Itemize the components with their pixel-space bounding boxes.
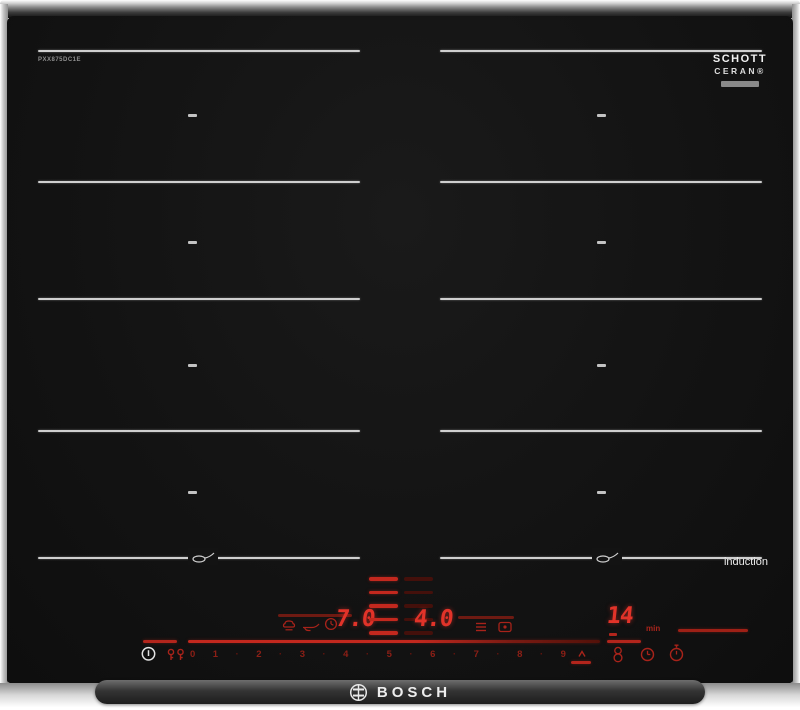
schott-logo-line1: SCHOTT bbox=[710, 53, 770, 65]
child-lock-icon[interactable] bbox=[166, 648, 187, 662]
slider-step-15[interactable]: 8 bbox=[517, 649, 522, 660]
slider-step-9[interactable]: 5 bbox=[387, 649, 392, 660]
slider-step-6[interactable]: · bbox=[322, 651, 325, 659]
slider-step-1[interactable]: 1 bbox=[213, 649, 218, 660]
bosch-induction-hob-photo: PXX875DC1E SCHOTT CERAN® induction 7.0 4… bbox=[0, 0, 800, 710]
kitchen-clock-icon[interactable] bbox=[640, 647, 655, 662]
induction-label: induction bbox=[724, 556, 768, 568]
boost-icon[interactable] bbox=[576, 648, 588, 660]
pan-position-dash bbox=[188, 364, 197, 367]
slider-step-12[interactable]: · bbox=[453, 651, 456, 659]
pan-position-dash bbox=[597, 364, 606, 367]
zone-line bbox=[440, 50, 762, 52]
pan-symbol-icon bbox=[592, 548, 622, 565]
slider-step-13[interactable]: 7 bbox=[474, 649, 479, 660]
pan-position-dash bbox=[597, 491, 606, 494]
timer-line bbox=[678, 629, 748, 632]
flex-level-bar bbox=[369, 631, 398, 635]
grid-icon[interactable] bbox=[475, 621, 487, 633]
slider-step-2[interactable]: · bbox=[235, 651, 238, 659]
power-icon[interactable] bbox=[140, 645, 157, 662]
boost-underline bbox=[571, 661, 591, 664]
zone-line bbox=[38, 430, 360, 432]
stopwatch-icon[interactable] bbox=[668, 644, 685, 663]
front-panel-bar: BOSCH bbox=[95, 680, 705, 704]
power-slider-line bbox=[188, 640, 600, 643]
slider-step-7[interactable]: 4 bbox=[343, 649, 348, 660]
pan-position-dash bbox=[597, 241, 606, 244]
pan-position-dash bbox=[188, 491, 197, 494]
ceran-small-badge bbox=[721, 81, 759, 87]
pan-position-dash bbox=[188, 241, 197, 244]
slider-step-11[interactable]: 6 bbox=[430, 649, 435, 660]
pan-position-dash bbox=[597, 114, 606, 117]
timer-display: 14 bbox=[606, 603, 634, 629]
timer-zone-dot bbox=[609, 633, 617, 636]
model-number-label: PXX875DC1E bbox=[38, 57, 81, 63]
bosch-wordmark: BOSCH bbox=[377, 684, 451, 701]
zone-line bbox=[38, 50, 360, 52]
slider-step-17[interactable]: 9 bbox=[561, 649, 566, 660]
slider-step-8[interactable]: · bbox=[366, 651, 369, 659]
slider-step-0[interactable]: 0 bbox=[190, 649, 195, 660]
slider-step-4[interactable]: · bbox=[279, 651, 282, 659]
chef-hat-icon[interactable] bbox=[282, 619, 296, 632]
zone-line bbox=[440, 430, 762, 432]
flex-bars-left bbox=[369, 577, 398, 635]
sensor-line bbox=[607, 640, 641, 643]
right-function-line bbox=[458, 616, 514, 619]
hob-right-edge-trim bbox=[792, 4, 800, 702]
flex-level-bar bbox=[369, 591, 398, 595]
power-line bbox=[143, 640, 177, 643]
pan-symbol-icon bbox=[188, 548, 218, 565]
zone-line bbox=[440, 298, 762, 300]
bosch-armature-icon bbox=[349, 683, 368, 702]
flex-level-bar bbox=[369, 577, 398, 581]
zone-line bbox=[38, 181, 360, 183]
schott-ceran-logo: SCHOTT CERAN® bbox=[710, 53, 770, 87]
flex-level-bar bbox=[404, 591, 433, 595]
slider-step-5[interactable]: 3 bbox=[300, 649, 305, 660]
power-slider[interactable]: 0 1 · 2 · 3 · 4 · 5 · 6 · 7 · 8 · 9 bbox=[190, 647, 566, 662]
ceramic-glass-surface bbox=[7, 16, 793, 683]
slider-step-14[interactable]: · bbox=[496, 651, 499, 659]
zone-line bbox=[440, 181, 762, 183]
pot-icon[interactable] bbox=[611, 646, 625, 663]
slider-step-3[interactable]: 2 bbox=[256, 649, 261, 660]
right-zone-power-display: 4.0 bbox=[413, 606, 454, 632]
zone-line bbox=[38, 298, 360, 300]
slider-step-16[interactable]: · bbox=[540, 651, 543, 659]
flex-level-bar bbox=[369, 604, 398, 608]
pan-icon[interactable] bbox=[302, 621, 320, 632]
pan-position-dash bbox=[188, 114, 197, 117]
timer-unit-label: min bbox=[646, 624, 660, 633]
schott-logo-line2: CERAN® bbox=[710, 66, 770, 76]
slider-step-10[interactable]: · bbox=[409, 651, 412, 659]
flex-level-bar bbox=[369, 618, 398, 622]
flex-level-bar bbox=[404, 577, 433, 581]
pan-box-icon[interactable] bbox=[498, 621, 512, 633]
